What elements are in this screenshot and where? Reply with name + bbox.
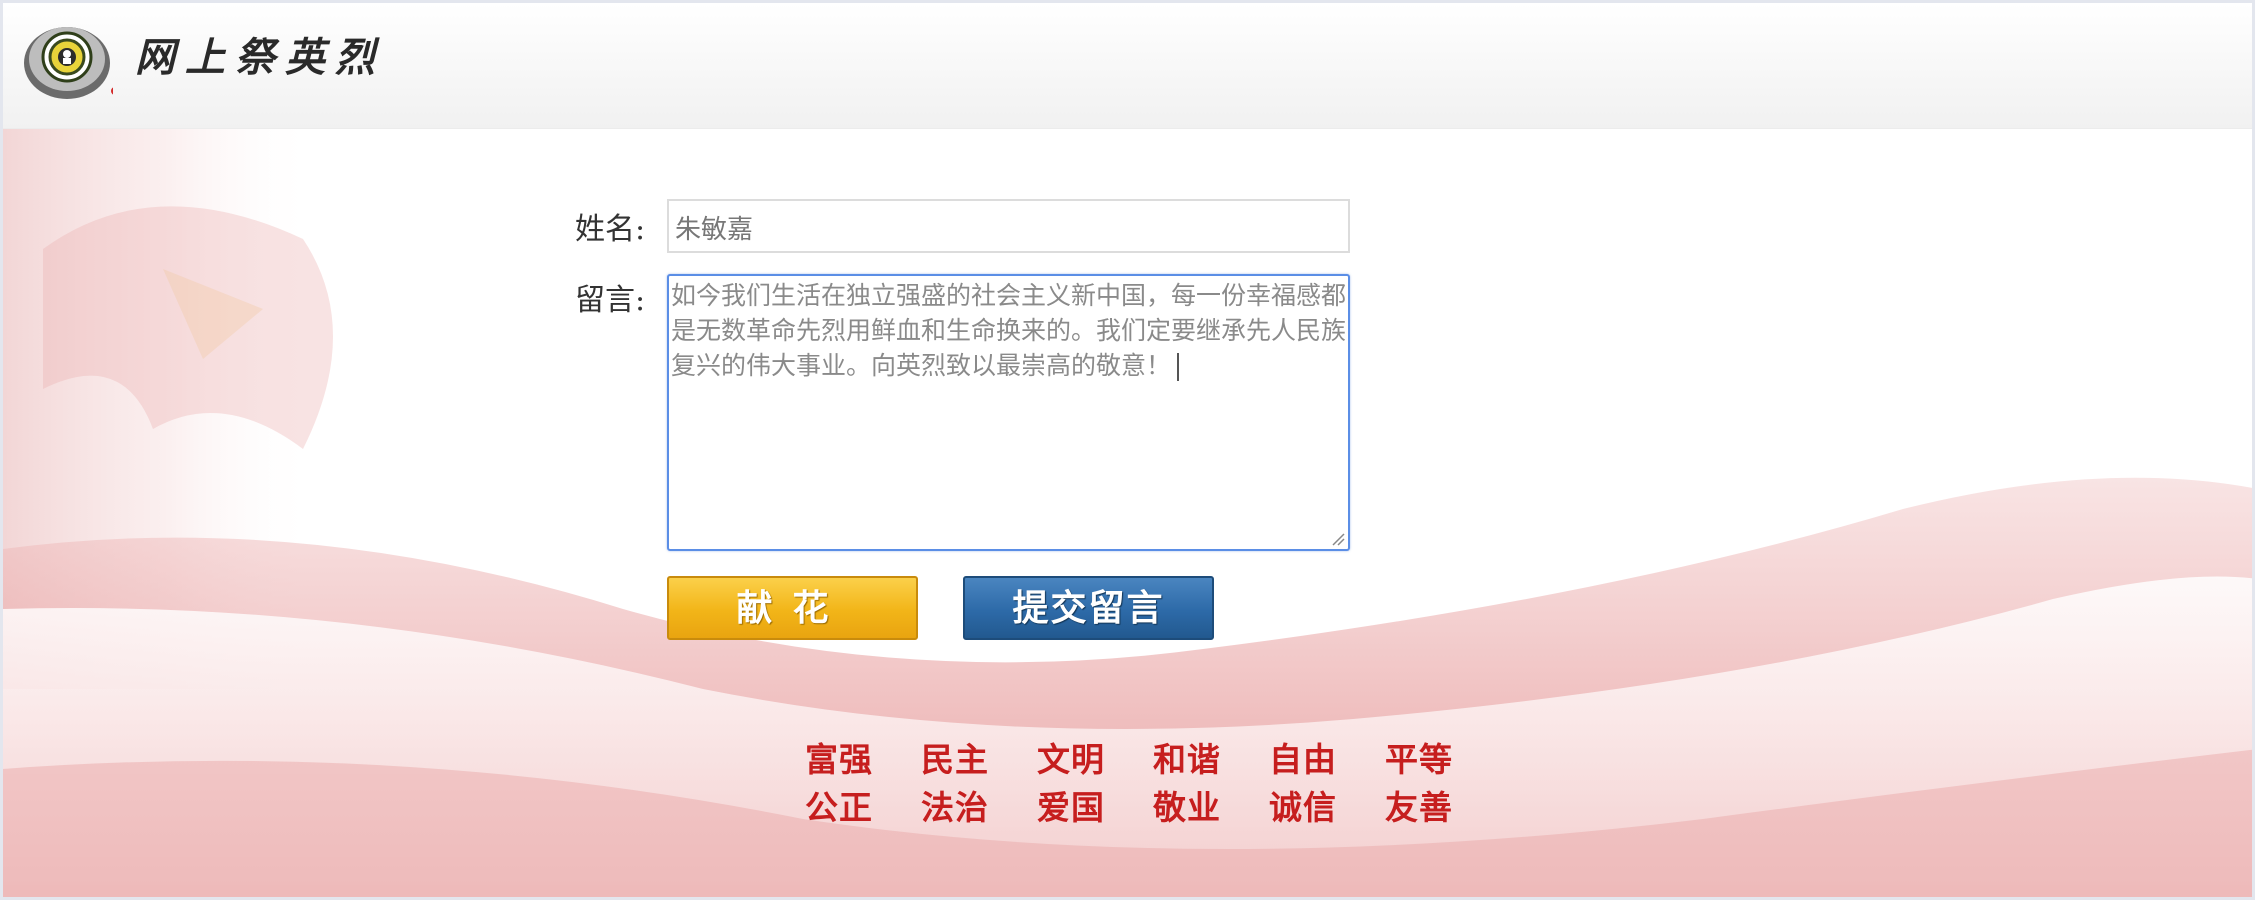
message-label: 留言: bbox=[575, 283, 646, 318]
page-frame: 网上祭英烈 姓名: 朱敏嘉 留言: 如今我们生活在独立强盛的社会主义新中国，每一… bbox=[0, 0, 2255, 900]
text-caret bbox=[1177, 353, 1180, 381]
message-text: 如今我们生活在独立强盛的社会主义新中国，每一份幸福感都是无数革命先烈用鲜血和生命… bbox=[671, 281, 1347, 380]
core-value: 爱国 bbox=[1037, 788, 1105, 827]
name-input[interactable]: 朱敏嘉 bbox=[667, 199, 1350, 253]
core-values-row-1: 富强 民主 文明 和谐 自由 平等 bbox=[805, 733, 1501, 781]
name-label: 姓名: bbox=[575, 212, 646, 247]
site-header: 网上祭英烈 bbox=[3, 3, 2252, 129]
core-value: 公正 bbox=[805, 788, 873, 827]
core-value: 民主 bbox=[921, 740, 989, 779]
core-value: 和谐 bbox=[1153, 740, 1221, 779]
core-value: 文明 bbox=[1037, 740, 1105, 779]
core-value: 富强 bbox=[805, 740, 873, 779]
memorial-emblem-icon bbox=[24, 27, 113, 99]
core-value: 法治 bbox=[921, 788, 989, 827]
site-title: 网上祭英烈 bbox=[135, 34, 385, 81]
message-textarea[interactable]: 如今我们生活在独立强盛的社会主义新中国，每一份幸福感都是无数革命先烈用鲜血和生命… bbox=[667, 274, 1350, 551]
submit-message-button[interactable]: 提交留言 bbox=[963, 576, 1214, 640]
core-values: 富强 民主 文明 和谐 自由 平等 公正 法治 爱国 敬业 诚信 友善 bbox=[805, 733, 1501, 829]
core-value: 诚信 bbox=[1269, 788, 1337, 827]
resize-grip-icon[interactable] bbox=[1331, 532, 1345, 546]
core-values-row-2: 公正 法治 爱国 敬业 诚信 友善 bbox=[805, 781, 1501, 829]
core-value: 自由 bbox=[1269, 740, 1337, 779]
core-value: 敬业 bbox=[1153, 788, 1221, 827]
core-value: 友善 bbox=[1385, 788, 1453, 827]
offer-flower-button[interactable]: 献花 bbox=[667, 576, 918, 640]
core-value: 平等 bbox=[1385, 740, 1453, 779]
